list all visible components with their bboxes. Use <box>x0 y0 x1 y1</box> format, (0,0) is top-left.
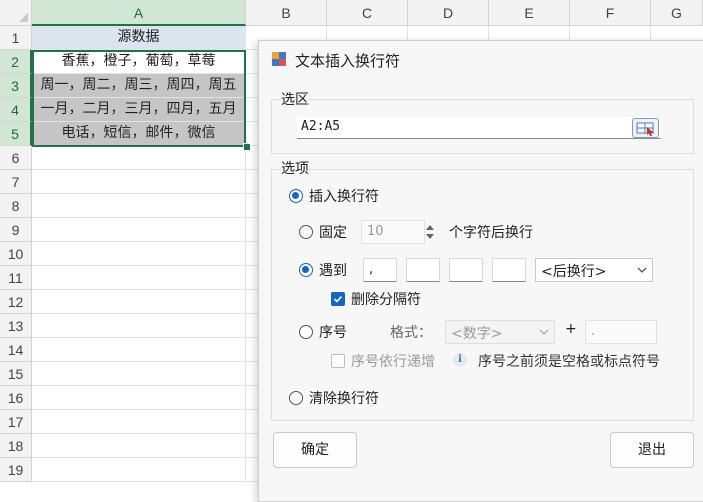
insert-linebreak-dialog: 文本插入换行符 选区 A2:A5 选项 插入换行符 固定 10 个字符后换行 遇… <box>258 40 703 502</box>
serial-suffix-input[interactable]: . <box>585 320 657 344</box>
row-header-6[interactable]: 6 <box>0 146 32 170</box>
serial-increment-label: 序号依行递增 <box>351 354 435 370</box>
clear-linebreak-radio[interactable] <box>289 391 303 405</box>
info-icon: i <box>453 353 467 367</box>
separator-input-3[interactable] <box>449 258 483 282</box>
column-header-a[interactable]: A <box>32 0 246 26</box>
row-header-12[interactable]: 12 <box>0 290 32 314</box>
row-header-8[interactable]: 8 <box>0 194 32 218</box>
chevron-down-icon <box>539 329 549 335</box>
spin-buttons[interactable] <box>423 221 437 243</box>
row-header-3[interactable]: 3 <box>0 74 32 98</box>
separator-input-2[interactable] <box>406 258 440 282</box>
serial-radio[interactable] <box>299 325 313 339</box>
select-all-corner[interactable] <box>0 0 32 26</box>
serial-format-value: <数字> <box>451 326 503 342</box>
encounter-label: 遇到 <box>319 263 347 279</box>
app-icon <box>272 52 286 66</box>
row-header-11[interactable]: 11 <box>0 266 32 290</box>
row-header-13[interactable]: 13 <box>0 314 32 338</box>
row-header-2[interactable]: 2 <box>0 50 32 74</box>
row-header-1[interactable]: 1 <box>0 26 32 50</box>
checkmark-icon <box>333 295 343 303</box>
serial-label: 序号 <box>319 325 347 341</box>
fixed-label: 固定 <box>319 225 347 241</box>
column-header-e[interactable]: E <box>489 0 570 26</box>
column-header-f[interactable]: F <box>570 0 651 26</box>
clear-linebreak-label: 清除换行符 <box>309 391 379 407</box>
selection-group-label: 选区 <box>281 89 309 109</box>
fill-handle[interactable] <box>243 143 251 151</box>
row-header-10[interactable]: 10 <box>0 242 32 266</box>
ok-button[interactable]: 确定 <box>273 432 357 468</box>
exit-button[interactable]: 退出 <box>610 432 694 468</box>
separator-input-1[interactable]: , <box>363 258 397 282</box>
row-header-4[interactable]: 4 <box>0 98 32 122</box>
fixed-count-input[interactable]: 10 <box>361 220 425 244</box>
row-header-16[interactable]: 16 <box>0 386 32 410</box>
encounter-radio[interactable] <box>299 263 313 277</box>
row-header-14[interactable]: 14 <box>0 338 32 362</box>
range-input[interactable]: A2:A5 <box>297 117 661 139</box>
column-header-c[interactable]: C <box>327 0 408 26</box>
range-picker-button[interactable] <box>632 118 659 138</box>
break-position-value: <后换行> <box>541 264 607 280</box>
dialog-title: 文本插入换行符 <box>295 52 401 70</box>
fixed-suffix-label: 个字符后换行 <box>449 225 533 241</box>
delete-separator-checkbox[interactable] <box>331 292 345 306</box>
insert-linebreak-radio[interactable] <box>289 189 303 203</box>
row-header-18[interactable]: 18 <box>0 434 32 458</box>
column-header-g[interactable]: G <box>651 0 703 26</box>
delete-separator-label: 删除分隔符 <box>351 292 421 308</box>
range-select-icon <box>636 122 654 136</box>
row-header-9[interactable]: 9 <box>0 218 32 242</box>
separator-input-4[interactable] <box>492 258 526 282</box>
column-header-d[interactable]: D <box>408 0 489 26</box>
dialog-titlebar[interactable]: 文本插入换行符 <box>259 41 703 79</box>
options-group-label: 选项 <box>281 158 309 178</box>
row-header-5[interactable]: 5 <box>0 122 32 146</box>
serial-format-select[interactable]: <数字> <box>445 320 555 344</box>
fixed-radio[interactable] <box>299 225 313 239</box>
row-header-15[interactable]: 15 <box>0 362 32 386</box>
column-header-b[interactable]: B <box>246 0 327 26</box>
serial-increment-checkbox[interactable] <box>331 354 345 368</box>
insert-linebreak-label: 插入换行符 <box>309 189 379 205</box>
serial-hint-text: 序号之前须是空格或标点符号 <box>478 354 660 370</box>
plus-sign: + <box>565 321 577 337</box>
chevron-down-icon <box>637 267 647 273</box>
row-header-17[interactable]: 17 <box>0 410 32 434</box>
row-header-7[interactable]: 7 <box>0 170 32 194</box>
break-position-select[interactable]: <后换行> <box>535 258 653 282</box>
format-label: 格式： <box>390 325 432 341</box>
row-header-19[interactable]: 19 <box>0 458 32 482</box>
